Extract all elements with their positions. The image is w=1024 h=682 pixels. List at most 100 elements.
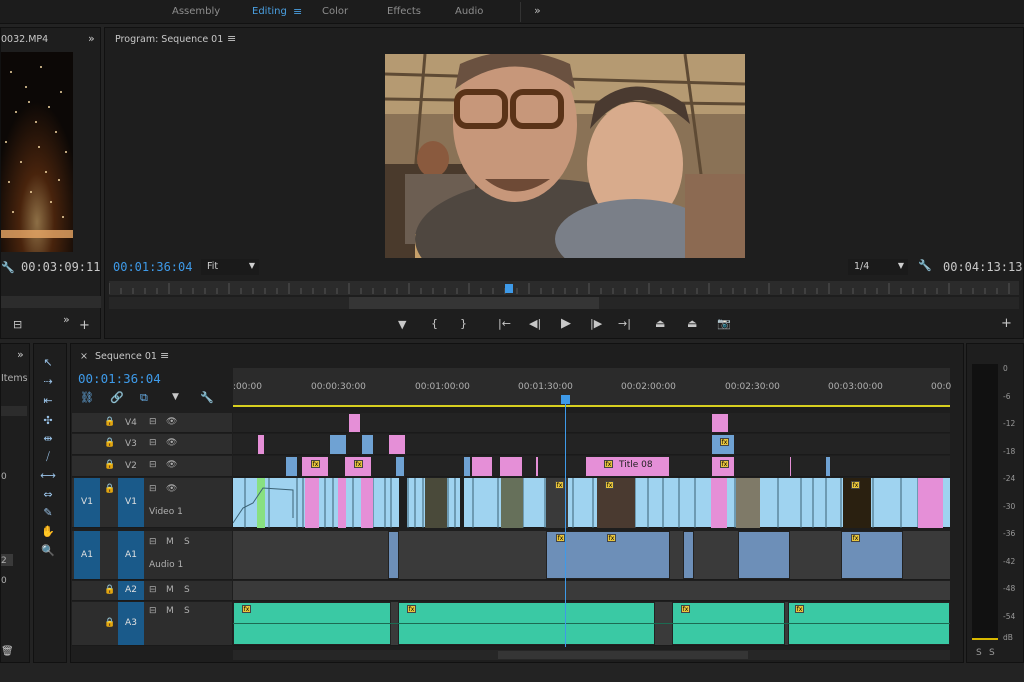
mute-button[interactable]: M bbox=[166, 606, 174, 616]
lock-icon[interactable]: 🔒 bbox=[104, 460, 115, 470]
add-marker-icon[interactable]: ▼ bbox=[172, 392, 179, 402]
mark-out-icon[interactable]: } bbox=[460, 317, 467, 330]
track-target-v1[interactable]: V1 bbox=[118, 478, 144, 527]
wrench-icon[interactable]: 🔧 bbox=[1, 261, 15, 274]
workspace-assembly[interactable]: Assembly bbox=[172, 6, 220, 17]
clip[interactable] bbox=[789, 456, 792, 477]
clip[interactable] bbox=[388, 434, 406, 455]
workspace-effects[interactable]: Effects bbox=[387, 6, 421, 17]
timeline-scrollbar-thumb[interactable] bbox=[498, 651, 748, 659]
track-lane-v1[interactable]: fx fx fx bbox=[233, 478, 950, 528]
clip[interactable] bbox=[499, 456, 523, 477]
slip-tool-icon[interactable]: ⟷ bbox=[38, 469, 58, 482]
add-button-icon[interactable]: + bbox=[79, 318, 90, 333]
step-forward-icon[interactable]: |▶ bbox=[590, 317, 602, 330]
export-frame-camera-icon[interactable]: 📷 bbox=[717, 317, 731, 330]
source-patch-a1[interactable]: A1 bbox=[74, 531, 100, 579]
close-sequence-icon[interactable]: × bbox=[80, 351, 88, 362]
timeline-ruler[interactable]: :00:00 00:00:30:00 00:01:00:00 00:01:30:… bbox=[233, 368, 951, 407]
clip[interactable] bbox=[361, 434, 374, 455]
mute-button[interactable]: M bbox=[166, 537, 174, 547]
toggle-sync-icon[interactable]: ⊟ bbox=[149, 585, 157, 595]
razor-tool-icon[interactable]: ⧸ bbox=[38, 450, 58, 464]
selection-tool-icon[interactable]: ↖ bbox=[38, 356, 58, 369]
clip[interactable]: fx bbox=[711, 434, 735, 455]
ripple-edit-tool-icon[interactable]: ⇤ bbox=[38, 394, 58, 407]
list-item[interactable] bbox=[1, 406, 27, 416]
clip[interactable] bbox=[535, 456, 539, 477]
clip[interactable]: fx bbox=[344, 456, 372, 477]
lock-icon[interactable]: 🔒 bbox=[104, 585, 115, 595]
program-time-ruler[interactable] bbox=[108, 281, 1019, 295]
eye-icon[interactable]: 👁 bbox=[166, 460, 177, 470]
rolling-edit-tool-icon[interactable]: ✣ bbox=[38, 414, 58, 427]
clip[interactable] bbox=[471, 456, 493, 477]
toggle-sync-icon[interactable]: ⊟ bbox=[149, 606, 157, 616]
lock-icon[interactable]: 🔒 bbox=[104, 417, 115, 427]
panel-expand-icon[interactable]: » bbox=[88, 32, 95, 45]
mute-button[interactable]: M bbox=[166, 585, 174, 595]
eye-icon[interactable]: 👁 bbox=[166, 438, 177, 448]
go-to-out-icon[interactable]: →| bbox=[618, 317, 631, 330]
track-target-a1[interactable]: A1 bbox=[118, 531, 144, 579]
clip[interactable] bbox=[395, 456, 405, 477]
lift-icon[interactable]: ⏏ bbox=[655, 317, 665, 330]
slide-tool-icon[interactable]: ⇔ bbox=[38, 488, 58, 501]
zoom-scrollbar[interactable] bbox=[109, 297, 1019, 309]
track-lane-v2[interactable]: fx fx fx Title 08 fx bbox=[233, 456, 950, 477]
track-lane-a1[interactable]: fx fx fx bbox=[233, 531, 950, 580]
hand-tool-icon[interactable]: ✋ bbox=[38, 525, 58, 538]
volume-line[interactable] bbox=[233, 623, 950, 624]
clip[interactable]: fx bbox=[711, 456, 735, 477]
title-clip[interactable]: fx Title 08 bbox=[585, 456, 670, 477]
clip[interactable] bbox=[329, 434, 347, 455]
step-back-icon[interactable]: ◀| bbox=[529, 317, 541, 330]
lock-icon[interactable]: 🔒 bbox=[104, 438, 115, 448]
audio-clip[interactable] bbox=[388, 531, 399, 579]
export-frame-icon[interactable]: ⊟ bbox=[13, 318, 22, 331]
clip[interactable] bbox=[711, 413, 729, 433]
zoom-scrollbar-thumb[interactable] bbox=[349, 297, 599, 309]
go-to-in-icon[interactable]: |← bbox=[498, 317, 511, 330]
toggle-sync-icon[interactable]: ⊟ bbox=[149, 438, 157, 448]
linked-selection-icon[interactable]: 🔗 bbox=[110, 391, 124, 404]
source-scrubber[interactable] bbox=[1, 296, 101, 308]
add-marker-icon[interactable]: ▼ bbox=[398, 318, 406, 331]
track-target-a2[interactable]: A2 bbox=[118, 581, 144, 600]
solo-button[interactable]: S bbox=[184, 606, 190, 616]
lock-icon[interactable]: 🔒 bbox=[104, 618, 115, 628]
workspace-color[interactable]: Color bbox=[322, 6, 348, 17]
rate-stretch-tool-icon[interactable]: ⇹ bbox=[38, 432, 58, 445]
timeline-timecode[interactable]: 00:01:36:04 bbox=[78, 371, 161, 386]
play-icon[interactable]: ▶ bbox=[561, 316, 571, 331]
workspace-editing[interactable]: Editing bbox=[252, 6, 287, 17]
solo-button[interactable]: S bbox=[184, 585, 190, 595]
resolution-dropdown[interactable]: 1/4 ▼ bbox=[848, 259, 908, 275]
timeline-scrollbar[interactable] bbox=[233, 650, 950, 660]
toggle-sync-icon[interactable]: ⊟ bbox=[149, 484, 157, 494]
clip[interactable] bbox=[285, 456, 298, 477]
track-select-tool-icon[interactable]: ⇢ bbox=[38, 375, 58, 388]
eye-icon[interactable]: 👁 bbox=[166, 484, 177, 494]
timeline-settings-wrench-icon[interactable]: 🔧 bbox=[200, 391, 214, 404]
settings-wrench-icon[interactable]: 🔧 bbox=[918, 259, 932, 272]
timeline-playhead-line[interactable] bbox=[565, 403, 566, 647]
track-lane-v3[interactable]: fx bbox=[233, 434, 950, 455]
snap-icon[interactable]: ⛓ bbox=[80, 391, 94, 404]
more-workspaces-icon[interactable]: » bbox=[534, 4, 541, 17]
extract-icon[interactable]: ⏏ bbox=[687, 317, 697, 330]
panel-menu-icon[interactable]: ≡ bbox=[227, 32, 236, 45]
workspace-audio[interactable]: Audio bbox=[455, 6, 483, 17]
solo-button[interactable]: S bbox=[184, 537, 190, 547]
playhead-marker[interactable] bbox=[505, 284, 513, 293]
panel-menu-icon[interactable]: ≡ bbox=[160, 349, 169, 362]
pen-tool-icon[interactable]: ✎ bbox=[38, 506, 58, 519]
audio-clip[interactable] bbox=[683, 531, 694, 579]
work-area-bar[interactable] bbox=[233, 405, 950, 407]
program-timecode[interactable]: 00:01:36:04 bbox=[113, 260, 192, 274]
clip[interactable]: fx bbox=[301, 456, 329, 477]
nest-sequence-icon[interactable]: ⧉ bbox=[140, 391, 148, 405]
source-patch-v1[interactable]: V1 bbox=[74, 478, 100, 527]
sequence-tab[interactable]: Sequence 01 bbox=[95, 351, 157, 362]
panel-expand-icon[interactable]: » bbox=[17, 348, 24, 361]
